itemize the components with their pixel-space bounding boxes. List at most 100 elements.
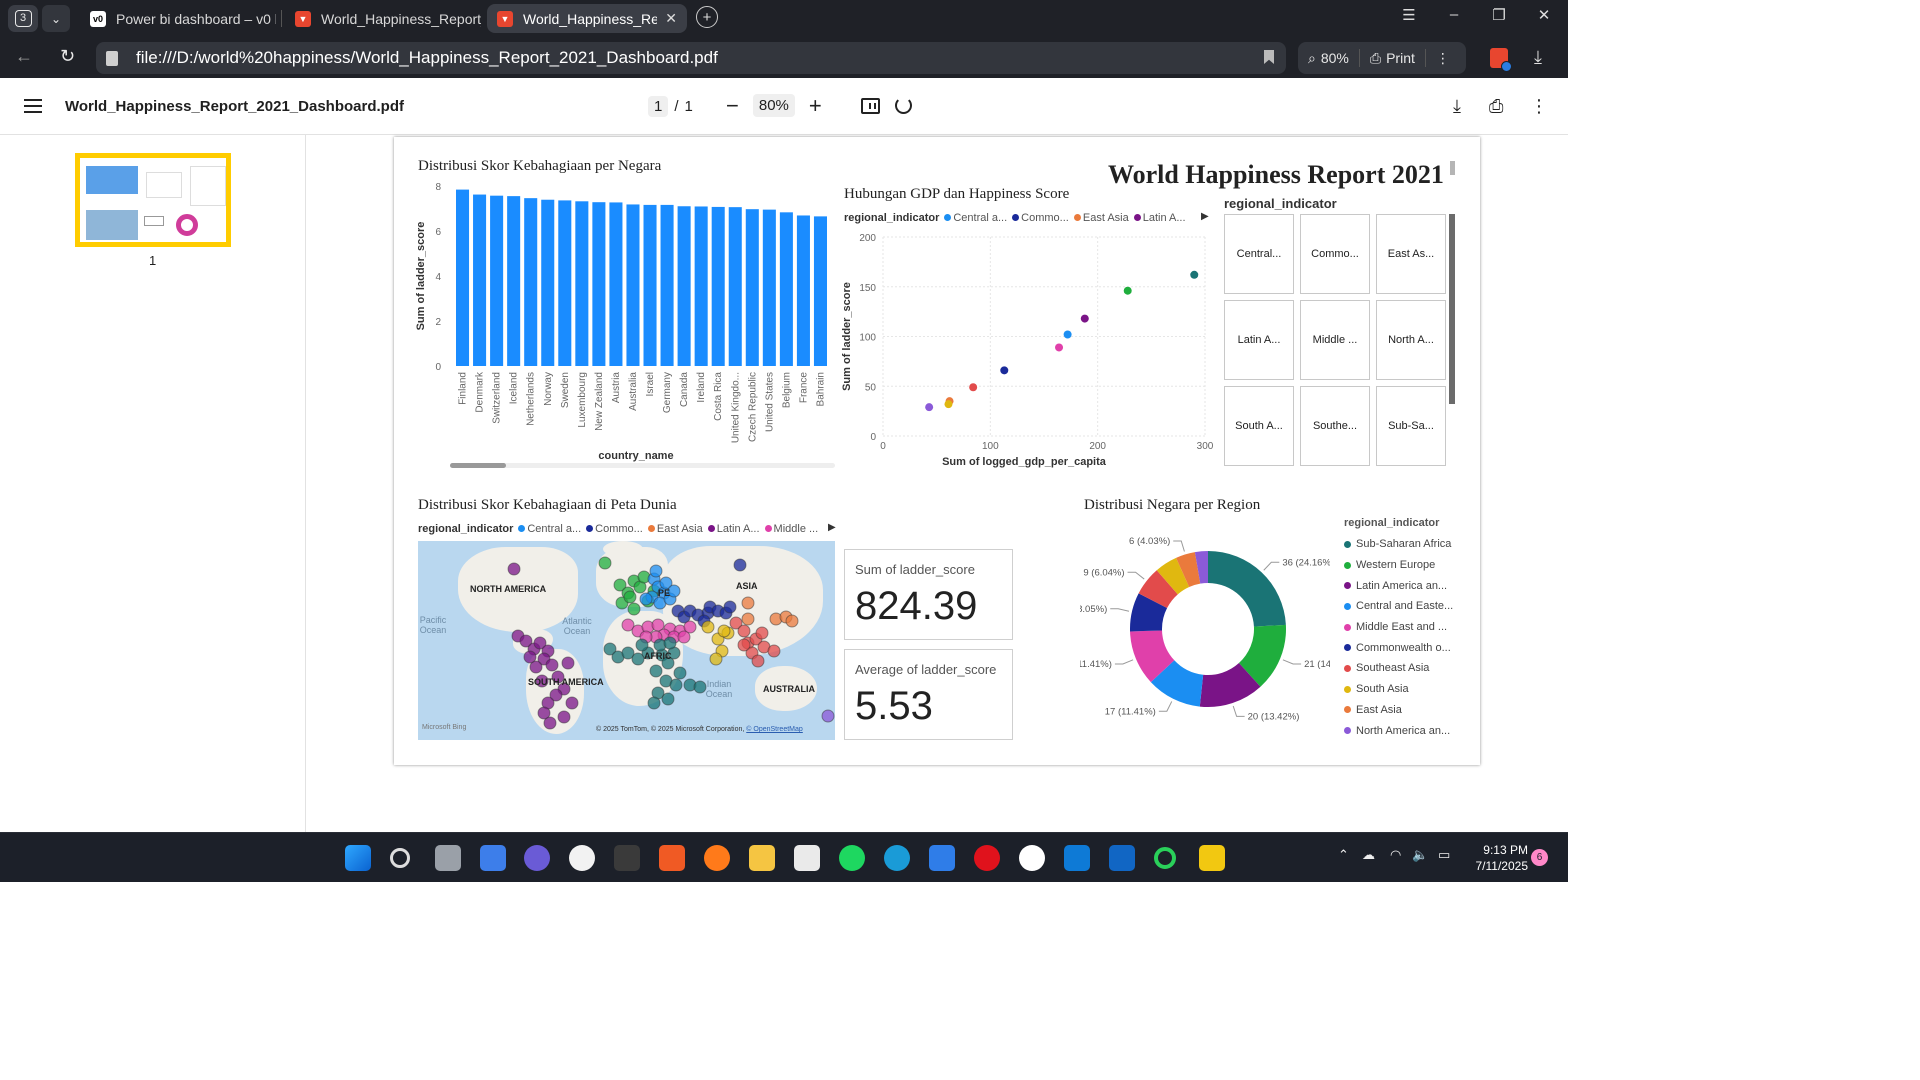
slicer-tile[interactable]: East As... bbox=[1376, 214, 1446, 294]
legend-item[interactable]: Latin A... bbox=[707, 523, 760, 535]
legend-item[interactable]: East Asia bbox=[1073, 212, 1129, 224]
openstreetmap-link[interactable]: © OpenStreetMap bbox=[746, 726, 803, 733]
print-icon[interactable]: ⎙ bbox=[1489, 96, 1503, 117]
minimize-icon[interactable]: – bbox=[1442, 6, 1466, 23]
teams-icon[interactable] bbox=[524, 845, 550, 871]
donut-legend-item[interactable]: North America an... bbox=[1344, 720, 1453, 741]
legend-item[interactable]: Commo... bbox=[586, 523, 643, 535]
donut-legend-item[interactable]: Central and Easte... bbox=[1344, 596, 1453, 617]
brave-icon[interactable] bbox=[659, 845, 685, 871]
download-icon[interactable]: ⤓ bbox=[1453, 96, 1461, 117]
map-bubble bbox=[751, 654, 765, 668]
edge-icon[interactable] bbox=[884, 845, 910, 871]
legend-item[interactable]: East Asia bbox=[647, 523, 703, 535]
todo-icon[interactable] bbox=[929, 845, 955, 871]
widgets-icon[interactable] bbox=[480, 845, 506, 871]
refresh-app-icon[interactable] bbox=[1154, 847, 1176, 869]
donut-legend-item[interactable]: Middle East and ... bbox=[1344, 617, 1453, 638]
legend-item[interactable]: Commo... bbox=[1012, 212, 1069, 224]
wifi-icon[interactable]: ◠ bbox=[1390, 847, 1401, 863]
zoom-out-icon[interactable]: − bbox=[726, 94, 739, 116]
search-icon[interactable] bbox=[390, 848, 410, 868]
downloads-icon[interactable]: ⤓ bbox=[1534, 47, 1542, 68]
slicer-tile[interactable]: South A... bbox=[1224, 386, 1294, 466]
slicer-tile[interactable]: Middle ... bbox=[1300, 300, 1370, 380]
close-window-icon[interactable]: ✕ bbox=[1532, 6, 1556, 24]
firefox-icon[interactable] bbox=[704, 845, 730, 871]
clock[interactable]: 9:13 PM 7/11/2025 bbox=[1468, 842, 1529, 874]
legend-next-arrow-icon[interactable]: ▶ bbox=[1201, 211, 1209, 222]
notification-badge[interactable]: 6 bbox=[1531, 849, 1548, 866]
more-actions-icon[interactable]: ⋮ bbox=[1530, 96, 1548, 117]
legend-item[interactable]: Central a... bbox=[944, 212, 1007, 224]
legend-next-arrow-icon[interactable]: ▶ bbox=[828, 522, 836, 533]
zoom-input[interactable]: 80% bbox=[752, 94, 795, 117]
donut-legend-item[interactable]: Southeast Asia bbox=[1344, 658, 1453, 679]
spotify-icon[interactable] bbox=[839, 845, 865, 871]
brave-extension-icon[interactable] bbox=[1490, 48, 1512, 72]
world-map[interactable]: NORTH AMERICA ASIA PE AFRIC SOUTH AMERIC… bbox=[418, 541, 835, 740]
restore-icon[interactable]: ❐ bbox=[1487, 6, 1511, 24]
task-view-icon[interactable] bbox=[435, 845, 461, 871]
donut-legend-item[interactable]: Latin America an... bbox=[1344, 575, 1453, 596]
bookmark-icon[interactable] bbox=[1264, 50, 1274, 64]
slicer-tile[interactable]: Sub-Sa... bbox=[1376, 386, 1446, 466]
print-button[interactable]: ⎙ Print bbox=[1360, 50, 1425, 67]
zoom-in-icon[interactable]: + bbox=[809, 94, 822, 116]
slicer-tile[interactable]: Southe... bbox=[1300, 386, 1370, 466]
slicer-tile[interactable]: Central... bbox=[1224, 214, 1294, 294]
power-bi-icon[interactable] bbox=[1199, 845, 1225, 871]
yandex-icon[interactable] bbox=[1019, 845, 1045, 871]
slicer-tile[interactable]: Commo... bbox=[1300, 214, 1370, 294]
page-number-input[interactable]: 1 bbox=[648, 96, 669, 117]
tab-close-icon[interactable]: ✕ bbox=[665, 10, 677, 27]
volume-icon[interactable]: 🔈 bbox=[1412, 847, 1428, 863]
zoom-indicator[interactable]: ⌕ 80% bbox=[1298, 50, 1359, 67]
donut-legend-item[interactable]: Commonwealth o... bbox=[1344, 637, 1453, 658]
fit-to-page-icon[interactable] bbox=[861, 98, 880, 114]
back-arrow-icon[interactable]: ← bbox=[15, 46, 33, 67]
chatgpt-icon[interactable] bbox=[569, 845, 595, 871]
new-tab-button[interactable]: + bbox=[696, 6, 718, 28]
map-bubble bbox=[673, 666, 687, 680]
opera-icon[interactable] bbox=[974, 845, 1000, 871]
more-options-icon[interactable]: ⋮ bbox=[1426, 50, 1460, 67]
y-tick-label: 50 bbox=[865, 382, 877, 393]
legend-item[interactable]: Latin A... bbox=[1133, 212, 1186, 224]
legend-item[interactable]: Central a... bbox=[518, 523, 581, 535]
sidebar-menu-icon[interactable] bbox=[24, 99, 42, 113]
slicer-tile[interactable]: North A... bbox=[1376, 300, 1446, 380]
tab-power-bi-dashboard[interactable]: v0 Power bi dashboard – v0 b bbox=[80, 4, 276, 33]
file-explorer-icon[interactable] bbox=[749, 845, 775, 871]
bar-chart-scrollbar-track[interactable] bbox=[450, 463, 835, 468]
donut-legend-item[interactable]: Sub-Saharan Africa bbox=[1344, 534, 1453, 555]
map-bubble bbox=[663, 636, 677, 650]
tray-chevron-icon[interactable]: ⌃ bbox=[1338, 847, 1349, 863]
rotate-icon[interactable] bbox=[895, 97, 912, 114]
outlook-icon[interactable] bbox=[1109, 845, 1135, 871]
legend-item[interactable]: Middle ... bbox=[764, 523, 818, 535]
donut-legend-item[interactable]: East Asia bbox=[1344, 700, 1453, 721]
slicer-scrollbar[interactable] bbox=[1449, 214, 1455, 404]
slicer-tile[interactable]: Latin A... bbox=[1224, 300, 1294, 380]
tab-counter-button[interactable]: 3 bbox=[8, 5, 38, 32]
address-bar[interactable]: file:///D:/world%20happiness/World_Happi… bbox=[96, 42, 1286, 74]
legend-dot bbox=[1344, 623, 1351, 631]
donut-legend-item[interactable]: South Asia bbox=[1344, 679, 1453, 700]
reload-icon[interactable]: ↻ bbox=[60, 46, 75, 67]
donut-legend-item[interactable]: Western Europe bbox=[1344, 555, 1453, 576]
vscode-icon[interactable] bbox=[1064, 845, 1090, 871]
tab-happiness-report-active[interactable]: ▼ World_Happiness_Repo ✕ bbox=[487, 4, 687, 33]
store-icon[interactable] bbox=[794, 845, 820, 871]
browser-menu-icon[interactable]: ☰ bbox=[1397, 6, 1421, 24]
bar bbox=[490, 195, 504, 366]
start-icon[interactable] bbox=[345, 845, 371, 871]
bar-chart-scrollbar-thumb[interactable] bbox=[450, 463, 506, 468]
cloud-icon[interactable]: ☁ bbox=[1362, 847, 1375, 863]
tab-list-chevron-icon[interactable]: ⌄ bbox=[42, 5, 70, 32]
legend-label: Commo... bbox=[595, 523, 643, 535]
battery-icon[interactable]: ▭ bbox=[1438, 847, 1450, 863]
p-app-icon[interactable] bbox=[614, 845, 640, 871]
tab-happiness-report-1[interactable]: ▼ World_Happiness_Report_ bbox=[285, 4, 481, 33]
page-thumbnail[interactable] bbox=[75, 153, 231, 247]
